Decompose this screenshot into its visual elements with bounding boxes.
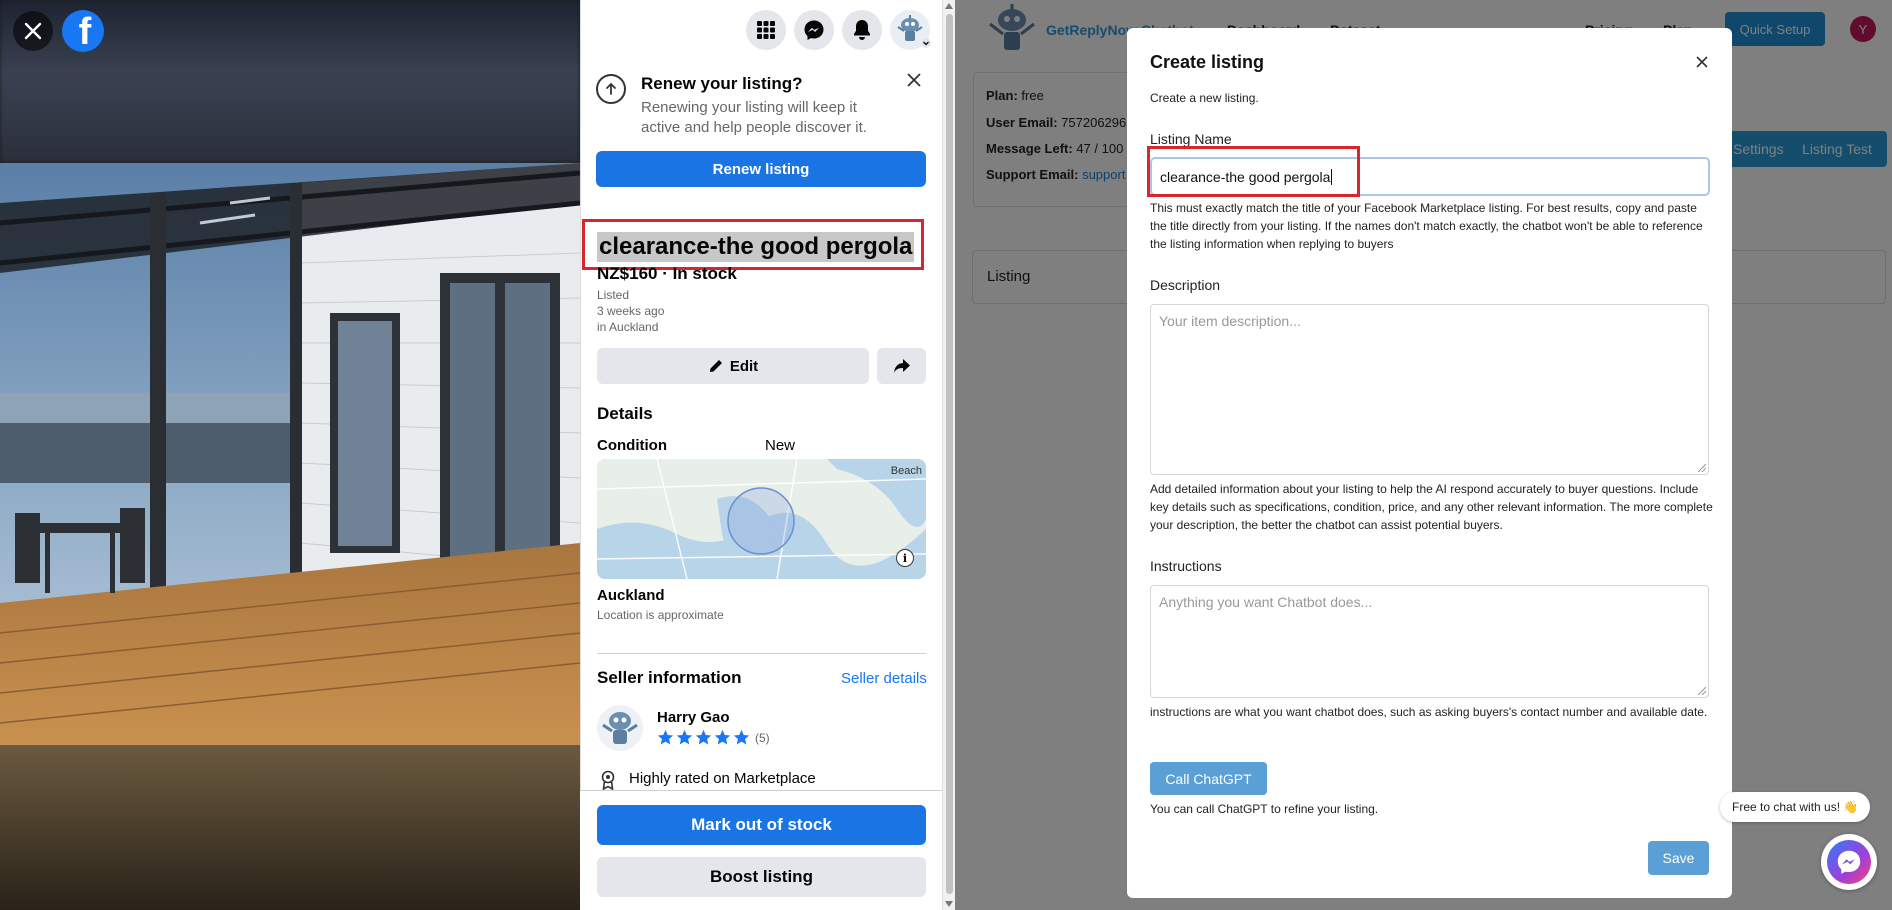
close-icon (907, 73, 921, 87)
share-arrow-icon (893, 359, 910, 373)
listed-location: in Auckland (597, 320, 659, 334)
details-heading: Details (597, 404, 653, 423)
rating-count: (5) (755, 730, 770, 745)
scroll-down-arrow-icon[interactable] (945, 901, 953, 907)
dismiss-renew-button[interactable] (902, 68, 926, 92)
scrollbar-thumb[interactable] (946, 14, 953, 894)
name-highlight-box (1147, 146, 1360, 197)
grid-menu-icon (757, 21, 775, 39)
listing-price: NZ$160 · In stock (597, 264, 737, 283)
renew-listing-button[interactable]: Renew listing (596, 151, 926, 187)
pencil-icon (709, 360, 722, 372)
robot-avatar-icon (602, 712, 638, 744)
close-icon (1696, 56, 1708, 68)
sidebar-scrollbar[interactable] (942, 0, 955, 910)
location-name: Auckland (597, 587, 665, 604)
seller-rating: (5) (657, 729, 770, 746)
modal-subtitle: Create a new listing. (1150, 91, 1259, 105)
share-button[interactable] (877, 348, 926, 384)
listing-name-help: This must exactly match the title of you… (1150, 201, 1703, 251)
pergola-photo (0, 163, 580, 745)
listing-photo-viewer: f (0, 0, 580, 910)
menu-button[interactable] (746, 10, 786, 50)
modal-close-button[interactable] (1692, 52, 1712, 72)
notifications-button[interactable] (842, 10, 882, 50)
renew-description: Renewing your listing will keep it activ… (641, 99, 867, 136)
listed-label: Listed (597, 288, 630, 302)
seller-details-link[interactable]: Seller details (841, 670, 927, 687)
close-viewer-button[interactable] (13, 11, 53, 51)
seller-avatar[interactable] (597, 705, 643, 751)
account-avatar[interactable] (890, 10, 931, 50)
condition-label: Condition (597, 437, 667, 454)
chat-prompt-bubble[interactable]: Free to chat with us! 👋 (1720, 792, 1871, 822)
messenger-icon (804, 20, 824, 40)
description-textarea[interactable]: Your item description... (1150, 304, 1709, 475)
map-place-label: Beach (890, 465, 922, 477)
resize-grip-icon[interactable] (1698, 687, 1706, 695)
messenger-button[interactable] (794, 10, 834, 50)
upload-arrow-icon (596, 74, 626, 104)
chevron-down-icon (921, 38, 931, 48)
edit-listing-button[interactable]: Edit (597, 348, 869, 384)
star-icon (695, 729, 712, 745)
info-icon[interactable]: i (896, 549, 914, 567)
location-map[interactable]: Beach i (597, 459, 926, 579)
scroll-up-arrow-icon[interactable] (945, 3, 953, 9)
listed-time: 3 weeks ago (597, 304, 665, 318)
photo-blur-bottom (0, 745, 580, 910)
description-label: Description (1150, 277, 1221, 293)
boost-listing-button[interactable]: Boost listing (597, 857, 926, 897)
condition-value: New (765, 437, 796, 454)
description-help: Add detailed information about your list… (1150, 482, 1713, 532)
messenger-icon (1827, 840, 1871, 884)
facebook-f-icon: f (78, 11, 92, 52)
save-button[interactable]: Save (1648, 841, 1709, 875)
instructions-help: instructions are what you want chatbot d… (1150, 705, 1708, 719)
badge-ribbon-icon (601, 770, 615, 790)
highly-rated-badge: Highly rated on Marketplace (629, 770, 816, 787)
title-highlight-box (582, 219, 924, 270)
instructions-placeholder: Anything you want Chatbot does... (1159, 594, 1373, 610)
chat-launcher-button[interactable] (1821, 834, 1877, 890)
bell-icon (854, 20, 870, 40)
seller-heading: Seller information (597, 668, 742, 687)
star-icon (714, 729, 731, 745)
facebook-logo[interactable]: f (62, 10, 104, 52)
resize-grip-icon[interactable] (1698, 464, 1706, 472)
star-icon (676, 729, 693, 745)
listing-name-label: Listing Name (1150, 131, 1232, 147)
instructions-label: Instructions (1150, 558, 1222, 574)
top-icon-bar (746, 10, 931, 50)
section-divider (597, 653, 926, 654)
renew-title: Renew your listing? (641, 74, 803, 93)
close-icon (24, 22, 42, 40)
star-icon (657, 729, 674, 745)
location-note: Location is approximate (597, 608, 724, 622)
instructions-textarea[interactable]: Anything you want Chatbot does... (1150, 585, 1709, 698)
star-icon (733, 729, 750, 745)
modal-title: Create listing (1150, 52, 1265, 72)
edit-label: Edit (729, 357, 759, 375)
mark-out-of-stock-button[interactable]: Mark out of stock (597, 805, 926, 845)
chatgpt-help: You can call ChatGPT to refine your list… (1150, 802, 1379, 816)
description-placeholder: Your item description... (1159, 313, 1301, 329)
call-chatgpt-button[interactable]: Call ChatGPT (1150, 762, 1267, 795)
seller-name[interactable]: Harry Gao (657, 709, 730, 726)
map-graphic (597, 459, 926, 579)
